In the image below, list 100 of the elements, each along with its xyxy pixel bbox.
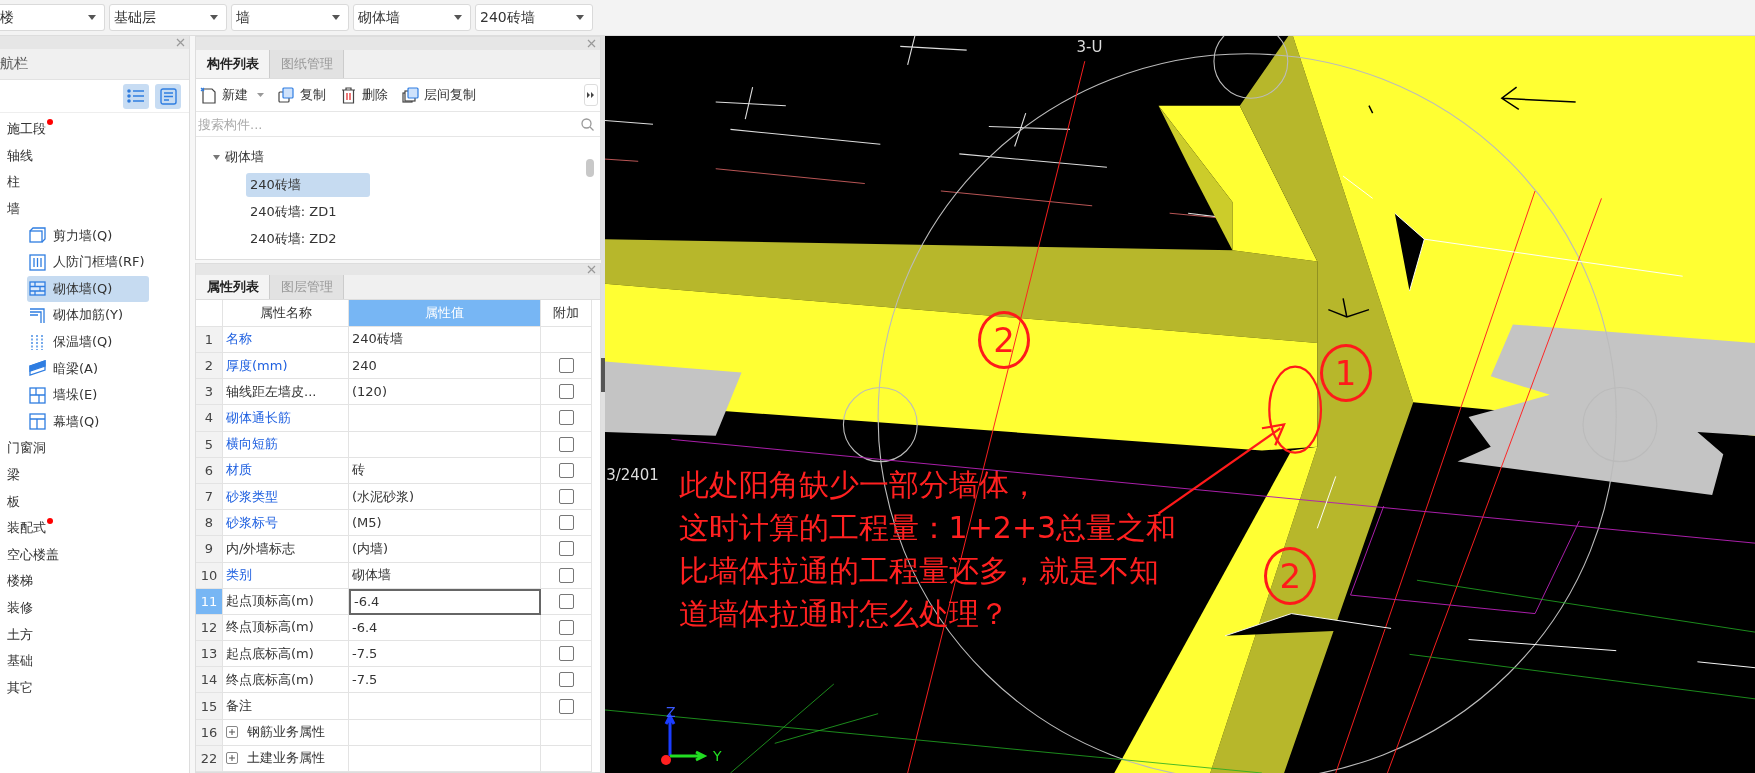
property-value: 240砖墙: [349, 326, 541, 353]
search-icon: [581, 117, 594, 131]
caret-icon: [88, 15, 96, 20]
double-arrow-icon: [587, 92, 595, 98]
nav-item[interactable]: 柱: [0, 169, 189, 196]
dropdown[interactable]: 240砖墙: [475, 4, 593, 31]
checkbox[interactable]: [558, 515, 574, 531]
dropdown[interactable]: 基础层: [109, 4, 227, 31]
group-cell[interactable]: 钢筋业务属性: [223, 719, 349, 746]
splitter-handle[interactable]: [601, 357, 605, 392]
caret-icon: [213, 154, 220, 160]
nav-subitem[interactable]: 保温墙(Q): [27, 328, 149, 356]
close-icon[interactable]: [587, 39, 596, 48]
property-name: 厚度(mm): [223, 353, 349, 380]
nav-item[interactable]: 装修: [0, 594, 189, 622]
nav-item[interactable]: 其它: [0, 674, 189, 702]
nav-item[interactable]: 楼梯: [0, 568, 189, 595]
property-name: 名称: [223, 326, 349, 353]
checkbox[interactable]: [558, 672, 574, 688]
checkbox[interactable]: [558, 646, 574, 662]
caret-icon: [332, 15, 340, 20]
expand-icon[interactable]: [226, 726, 238, 739]
dashed-wall-icon: [29, 333, 46, 351]
nav-subitem[interactable]: 砌体加筋(Y): [27, 302, 149, 329]
expand-icon[interactable]: [226, 752, 238, 765]
dropdown[interactable]: 楼: [0, 4, 105, 31]
property-name: 砌体通长筋: [223, 405, 349, 432]
nav-item[interactable]: 墙: [0, 195, 189, 223]
property-value: -6.4: [349, 614, 541, 642]
curtain-grid-icon: [29, 413, 46, 431]
checkbox[interactable]: [558, 384, 574, 400]
nav-subitem[interactable]: 暗梁(A): [27, 355, 149, 382]
more-button[interactable]: [584, 84, 598, 106]
checkbox[interactable]: [558, 567, 574, 583]
nav-subitem[interactable]: 人防门框墙(RF): [27, 248, 149, 276]
search-field[interactable]: 搜索构件...: [198, 116, 581, 132]
nav-subitem[interactable]: 剪力墙(Q): [27, 222, 149, 249]
toolbar-button[interactable]: 新建: [200, 86, 264, 104]
checkbox[interactable]: [558, 619, 574, 635]
row-number: 6: [196, 457, 223, 484]
column-header: 属性值: [349, 299, 541, 327]
group-cell[interactable]: 土建业务属性: [223, 745, 349, 772]
nav-item[interactable]: 板: [0, 488, 189, 515]
nav-item[interactable]: 轴线: [0, 142, 189, 170]
property-value: (M5): [349, 510, 541, 537]
row-number: 12: [196, 614, 223, 642]
value-input[interactable]: -6.4: [349, 588, 541, 615]
grid-label: 3/2401: [606, 465, 659, 484]
checkbox[interactable]: [558, 593, 574, 609]
nav-subitem[interactable]: 墙垛(E): [27, 381, 149, 409]
checkbox[interactable]: [558, 541, 574, 557]
row-number: 22: [196, 745, 223, 772]
checkbox[interactable]: [558, 462, 574, 478]
property-value: (内墙): [349, 536, 541, 563]
close-icon[interactable]: [176, 38, 185, 47]
panel-tab[interactable]: 属性列表: [196, 275, 270, 299]
checkbox[interactable]: [558, 358, 574, 374]
nav-item[interactable]: 基础: [0, 647, 189, 675]
row-number: 11: [196, 588, 223, 615]
nav-item[interactable]: 空心楼盖: [0, 541, 189, 569]
nav-subitem[interactable]: 砌体墙(Q): [27, 275, 149, 303]
caret-icon: [210, 15, 218, 20]
row-number: 13: [196, 641, 223, 668]
tree-item[interactable]: 240砖墙: ZD1: [246, 200, 370, 224]
row-number: 15: [196, 693, 223, 720]
dropdown[interactable]: 砌体墙: [353, 4, 471, 31]
property-name: 终点底标高(m): [223, 667, 349, 694]
checkbox[interactable]: [558, 698, 574, 714]
grid-label: 3-U: [1076, 38, 1103, 57]
scrollbar-thumb[interactable]: [586, 159, 594, 177]
row-number: 2: [196, 353, 223, 380]
toolbar-button[interactable]: 层间复制: [402, 86, 476, 104]
caret-icon: [454, 15, 462, 20]
beam-block-icon: [29, 360, 46, 378]
toolbar-button[interactable]: 复制: [278, 86, 326, 104]
checkbox[interactable]: [558, 436, 574, 452]
nav-item[interactable]: 梁: [0, 461, 189, 489]
nav-subitem[interactable]: 幕墙(Q): [27, 408, 149, 436]
dropdown[interactable]: 墙: [231, 4, 349, 31]
tree-item[interactable]: 240砖墙: [246, 173, 370, 197]
list-view-button[interactable]: [123, 83, 149, 109]
detail-view-button[interactable]: [155, 83, 181, 109]
nav-item[interactable]: 装配式: [0, 514, 189, 542]
checkbox[interactable]: [558, 489, 574, 505]
nav-item[interactable]: 门窗洞: [0, 435, 189, 462]
close-icon[interactable]: [587, 265, 596, 274]
property-name: 起点底标高(m): [223, 641, 349, 668]
row-number: 4: [196, 405, 223, 432]
tree-group[interactable]: 砌体墙: [196, 143, 600, 171]
nav-item[interactable]: 土方: [0, 621, 189, 648]
panel-tab[interactable]: 构件列表: [196, 50, 270, 78]
row-number: 14: [196, 667, 223, 694]
tree-item[interactable]: 240砖墙: ZD2: [246, 227, 370, 251]
nav-item[interactable]: 施工段: [0, 116, 189, 143]
checkbox[interactable]: [558, 410, 574, 426]
row-number: 7: [196, 483, 223, 511]
row-number: 8: [196, 510, 223, 537]
property-value: 砖: [349, 457, 541, 484]
property-value: (120): [349, 379, 541, 406]
toolbar-button[interactable]: 删除: [340, 86, 388, 104]
